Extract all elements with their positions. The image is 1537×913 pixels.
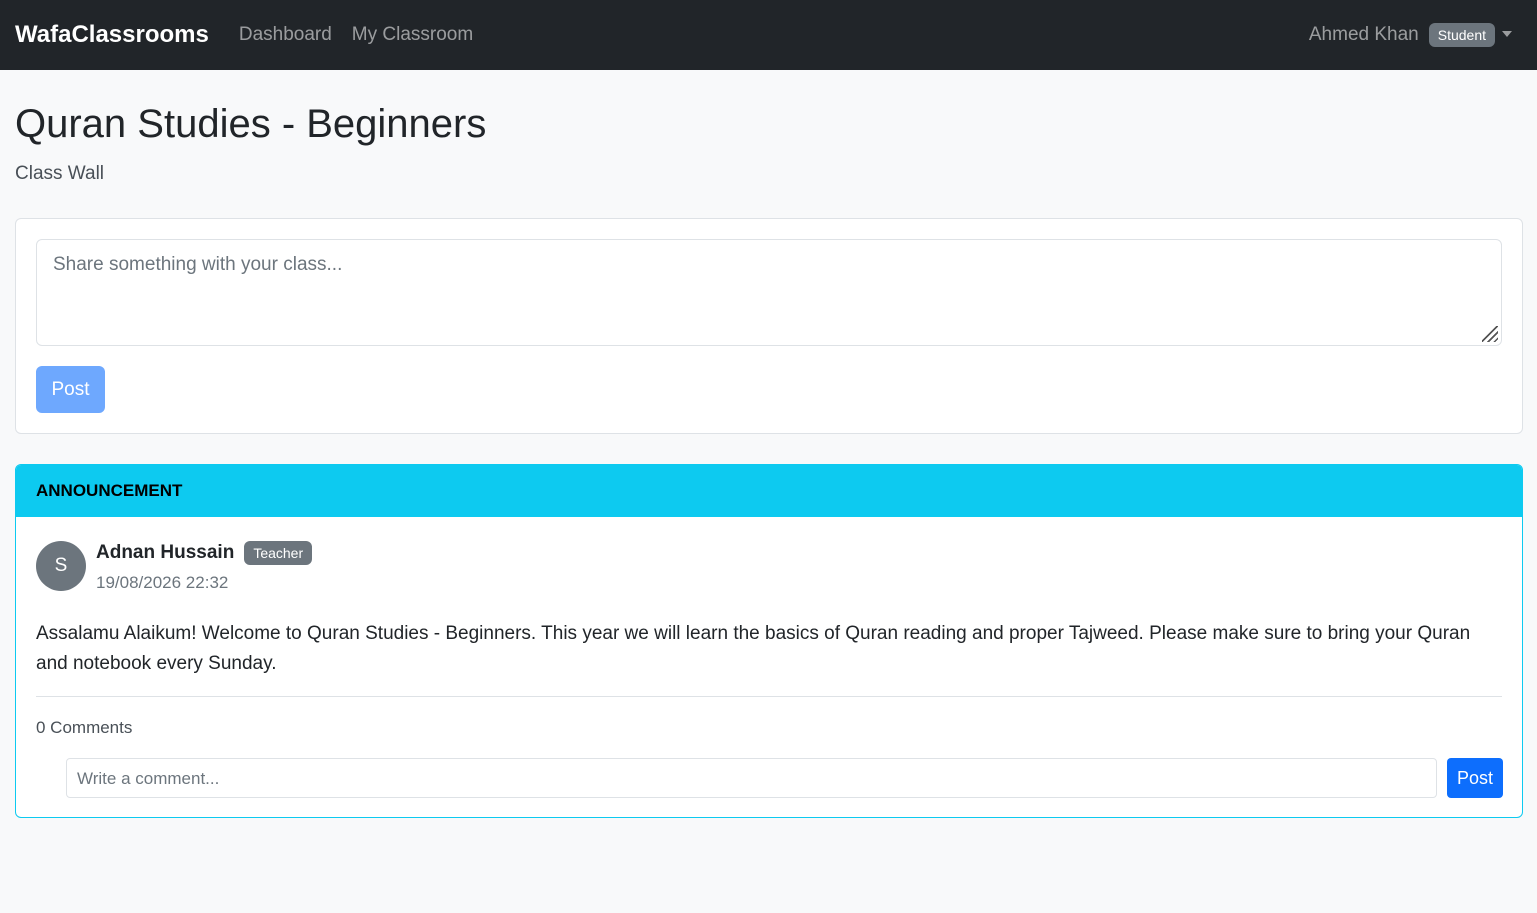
nav-link-dashboard[interactable]: Dashboard <box>239 24 332 46</box>
composer-post-button[interactable]: Post <box>36 366 105 413</box>
comments-count: 0 Comments <box>36 718 133 737</box>
post-divider <box>36 696 1502 697</box>
post-author-row: Adnan Hussain Teacher <box>96 541 313 565</box>
post-composer-textarea[interactable]: Share something with your class... <box>36 239 1502 346</box>
avatar: S <box>36 541 86 591</box>
post-timestamp: 19/08/2026 22:32 <box>96 573 229 592</box>
user-role-badge: Student <box>1428 23 1495 47</box>
page-subtitle: Class Wall <box>15 163 105 184</box>
user-menu-dropdown[interactable]: Ahmed Khan Student <box>1309 0 1512 70</box>
nav-link-my-classroom[interactable]: My Classroom <box>352 24 473 46</box>
chevron-down-icon <box>1502 31 1512 37</box>
post-body-text: Assalamu Alaikum! Welcome to Quran Studi… <box>36 623 1471 674</box>
comment-post-button[interactable]: Post <box>1447 758 1503 798</box>
comment-input[interactable]: Write a comment... <box>66 758 1437 798</box>
post-type-header: ANNOUNCEMENT <box>16 465 1522 517</box>
page-title: Quran Studies - Beginners <box>15 102 487 146</box>
composer-placeholder: Share something with your class... <box>53 254 343 275</box>
top-navbar: WafaClassrooms Dashboard My Classroom Ah… <box>0 0 1537 70</box>
resize-handle-icon[interactable] <box>1482 326 1498 342</box>
author-role-badge: Teacher <box>244 541 313 565</box>
announcement-post-card: ANNOUNCEMENT S Adnan Hussain Teacher 19/… <box>15 464 1523 818</box>
post-composer-card: Share something with your class... Post <box>15 218 1523 434</box>
post-author-name: Adnan Hussain <box>96 542 235 563</box>
user-name: Ahmed Khan <box>1308 24 1419 45</box>
comment-placeholder: Write a comment... <box>77 769 220 788</box>
brand-logo[interactable]: WafaClassrooms <box>15 21 209 49</box>
